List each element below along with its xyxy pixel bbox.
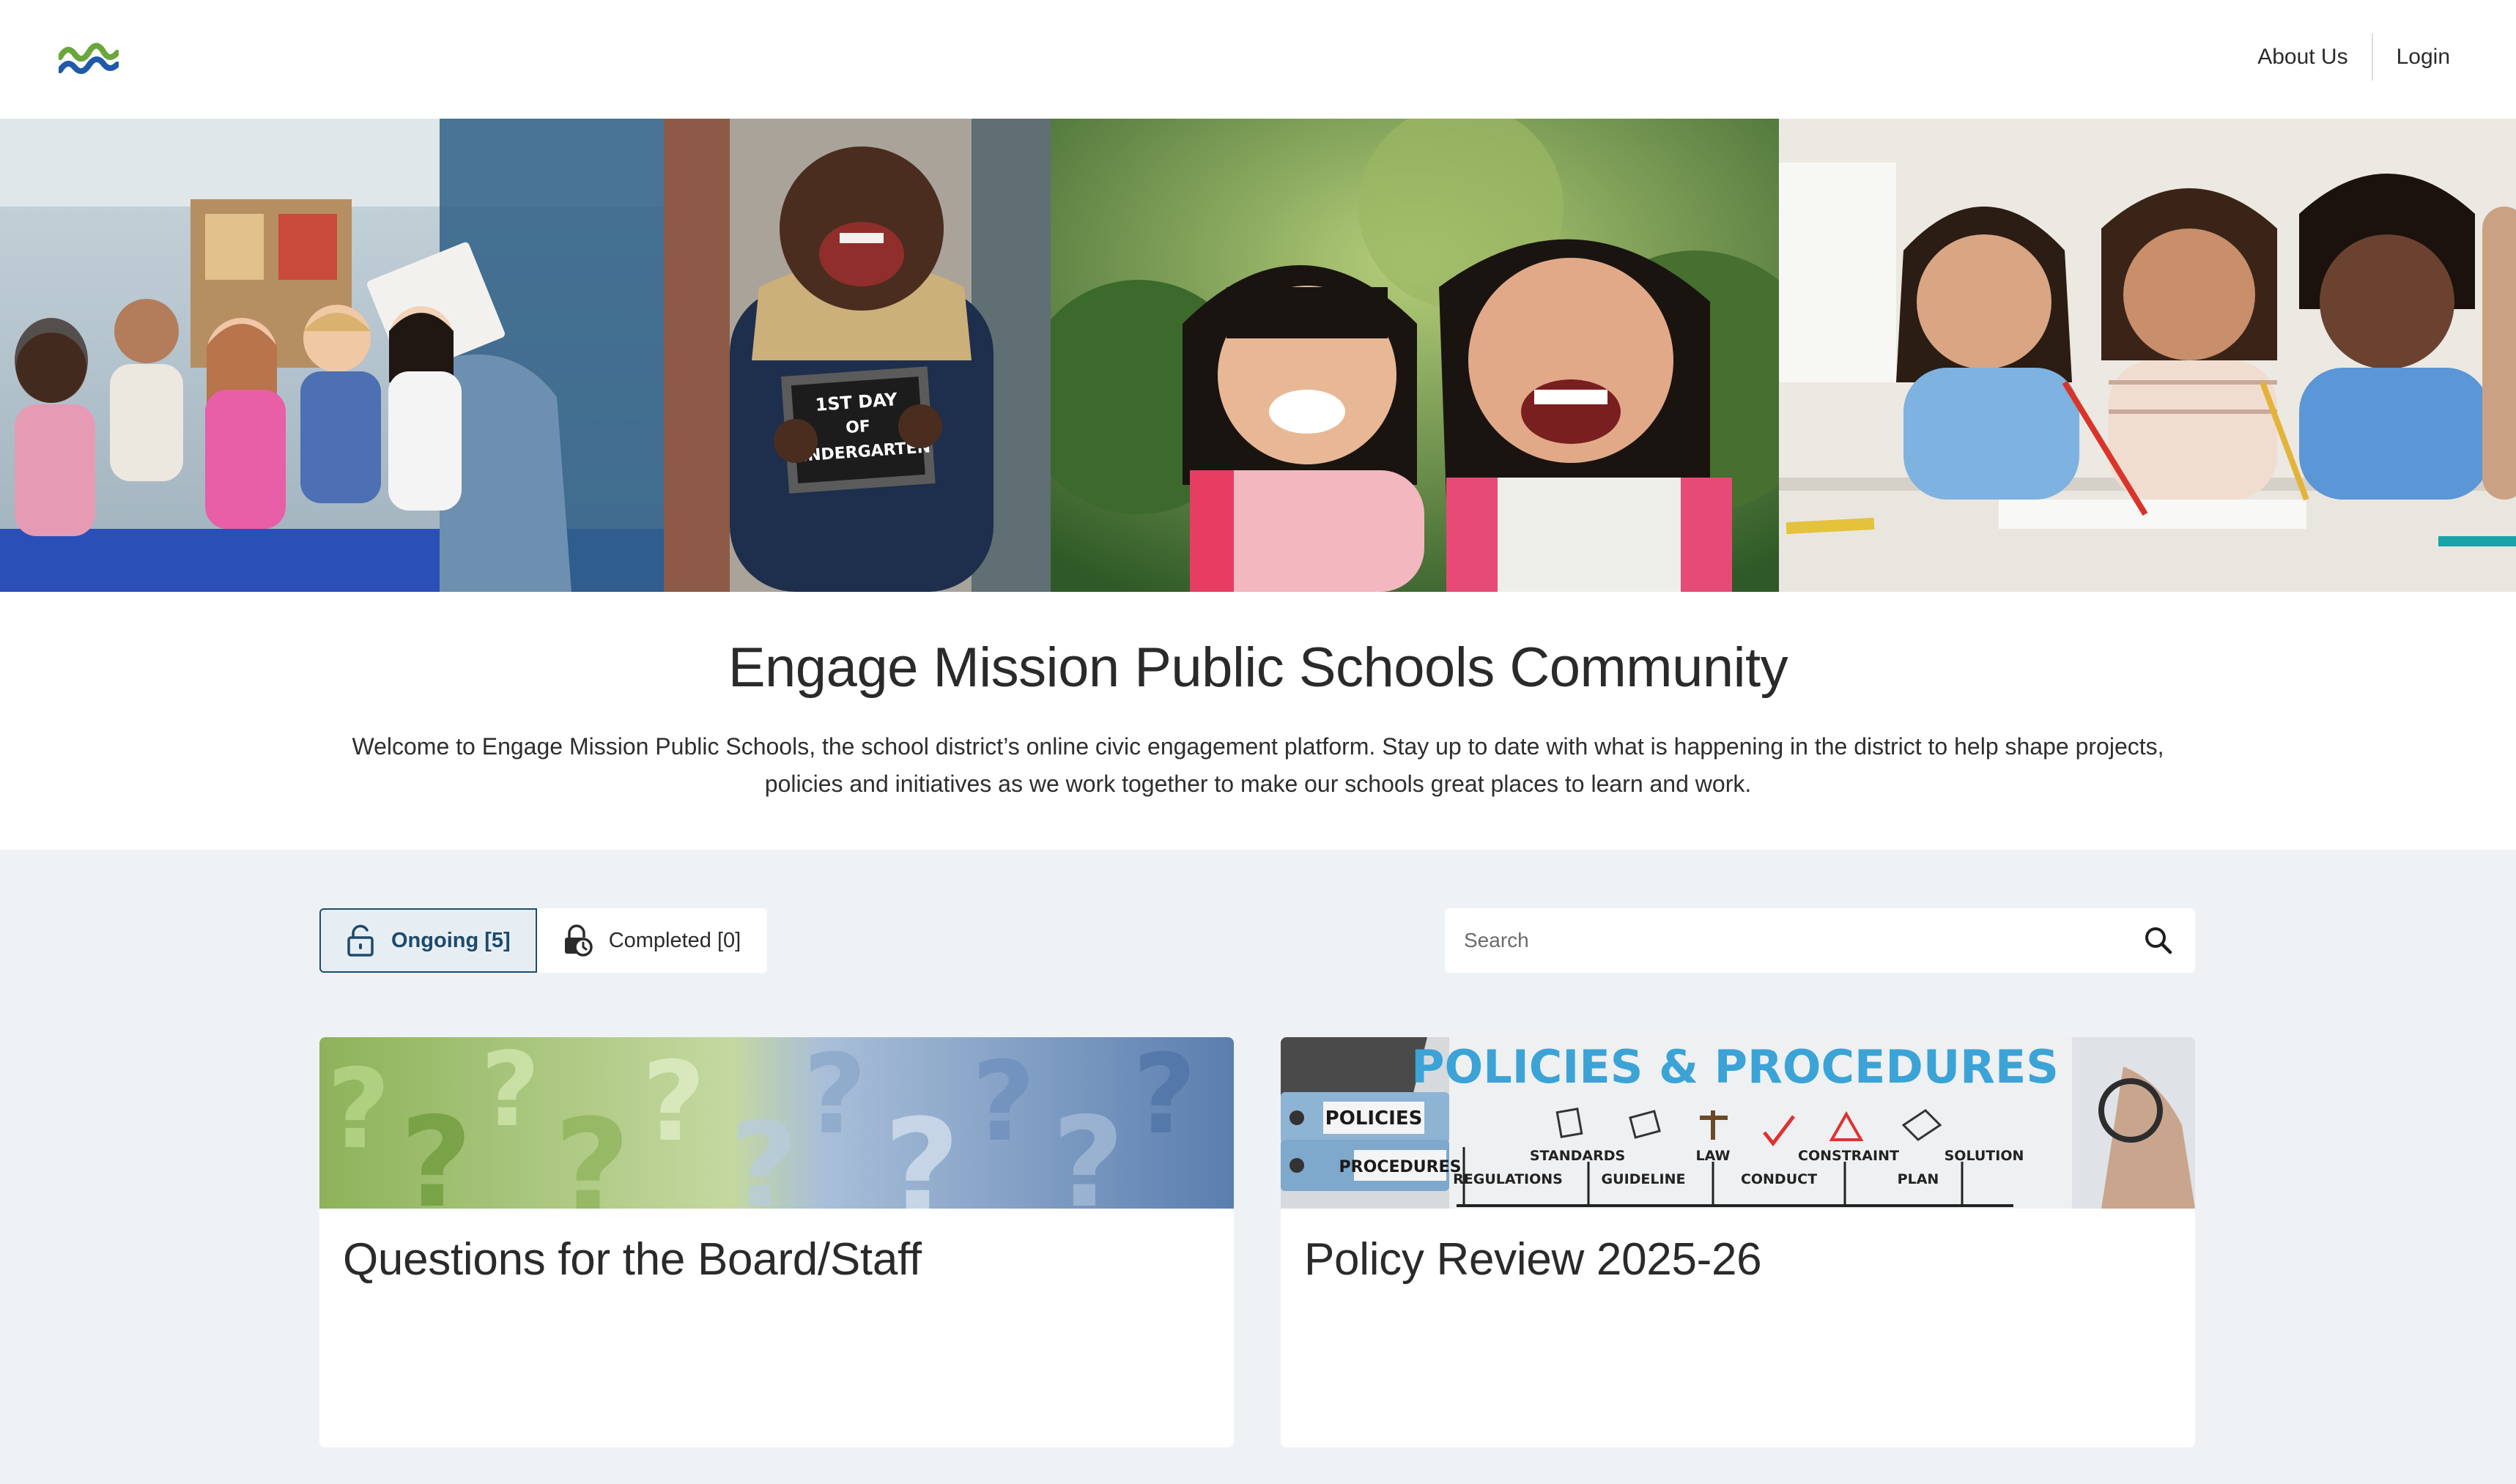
- svg-text:?: ?: [730, 1097, 798, 1209]
- svg-text:?: ?: [1052, 1091, 1125, 1209]
- wave-logo[interactable]: [59, 41, 119, 78]
- ongoing-filter-label: Ongoing [5]: [391, 928, 511, 952]
- svg-text:?: ?: [803, 1037, 867, 1159]
- project-card-policy-review[interactable]: POLICIES PROCEDURES POLICIES & PROCEDURE…: [1281, 1037, 2195, 1447]
- project-title[interactable]: Policy Review 2025-26: [1304, 1233, 1762, 1285]
- question-marks-image: ? ? ? ? ? ? ? ? ? ? ?: [319, 1037, 1234, 1209]
- site-header: About Us Login: [0, 0, 2516, 119]
- intro-section: Engage Mission Public Schools Community …: [0, 592, 2516, 850]
- svg-text:?: ?: [972, 1039, 1035, 1166]
- top-nav: About Us Login: [2234, 34, 2474, 81]
- term-guideline: GUIDELINE: [1602, 1171, 1686, 1187]
- svg-text:?: ?: [400, 1091, 473, 1209]
- hero-banner: 1ST DAY OF KINDERGARTEN: [0, 119, 2516, 592]
- project-title[interactable]: Questions for the Board/Staff: [343, 1233, 922, 1285]
- ongoing-filter-button[interactable]: Ongoing [5]: [319, 908, 537, 973]
- login-link[interactable]: Login: [2373, 34, 2474, 81]
- svg-text:?: ?: [327, 1046, 391, 1173]
- completed-filter-button[interactable]: Completed [0]: [536, 908, 768, 973]
- term-standards: STANDARDS: [1530, 1148, 1625, 1164]
- hero-photo-storytime: [0, 119, 664, 592]
- page-title: Engage Mission Public Schools Community: [728, 637, 1788, 699]
- hero-photo-laughing-girls: [1051, 119, 1779, 592]
- term-constraint: CONSTRAINT: [1798, 1148, 1899, 1164]
- svg-text:?: ?: [884, 1091, 960, 1209]
- term-solution: SOLUTION: [1945, 1148, 2024, 1164]
- term-plan: PLAN: [1898, 1171, 1939, 1187]
- svg-text:?: ?: [554, 1091, 630, 1209]
- about-us-link[interactable]: About Us: [2234, 34, 2371, 81]
- hero-photo-first-day: 1ST DAY OF KINDERGARTEN: [664, 119, 1051, 592]
- term-regulations: REGULATIONS: [1453, 1171, 1563, 1187]
- search-input[interactable]: [1462, 928, 2107, 953]
- hero-photo-drawing-kids: [1779, 119, 2516, 592]
- sign-text-line2: OF: [845, 418, 870, 437]
- search-box: [1445, 908, 2195, 973]
- binder-label-policies: POLICIES: [1325, 1108, 1423, 1129]
- svg-text:?: ?: [481, 1037, 540, 1150]
- policies-headline: POLICIES & PROCEDURES: [1411, 1040, 2059, 1094]
- svg-text:?: ?: [642, 1039, 706, 1166]
- page-description: Welcome to Engage Mission Public Schools…: [352, 733, 2164, 797]
- term-law: LAW: [1696, 1148, 1731, 1164]
- search-icon[interactable]: [2141, 923, 2176, 958]
- completed-filter-label: Completed [0]: [608, 928, 741, 952]
- locked-clock-icon: [564, 924, 593, 957]
- project-card-questions[interactable]: ? ? ? ? ? ? ? ? ? ? ? Questions for the …: [319, 1037, 1234, 1447]
- binder-label-procedures: PROCEDURES: [1339, 1158, 1462, 1176]
- unlocked-padlock-icon: [347, 924, 374, 957]
- policies-procedures-image: POLICIES PROCEDURES POLICIES & PROCEDURE…: [1281, 1037, 2195, 1209]
- term-conduct: CONDUCT: [1741, 1171, 1817, 1187]
- project-status-filter: Ongoing [5] Completed [0]: [319, 908, 768, 973]
- svg-text:?: ?: [1133, 1037, 1196, 1159]
